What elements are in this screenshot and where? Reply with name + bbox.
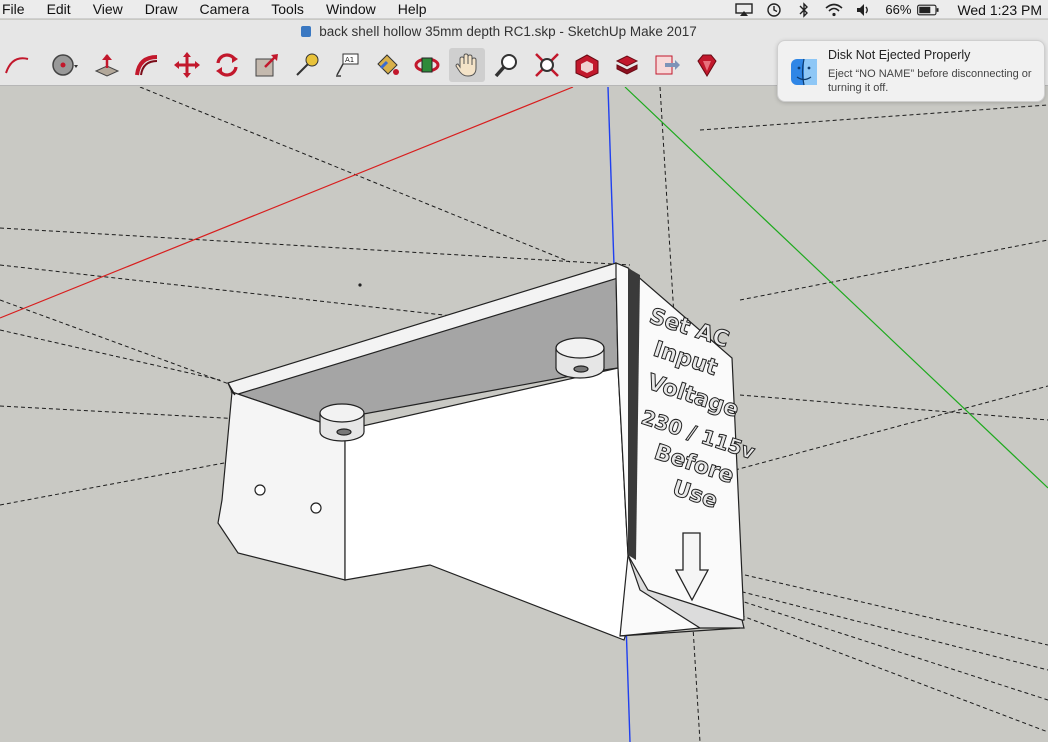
follow-me-tool-button[interactable] [129,48,165,82]
push-pull-tool-button[interactable] [89,48,125,82]
zoom-extents-tool-button[interactable] [529,48,565,82]
airplay-icon[interactable] [733,2,755,18]
menu-help[interactable]: Help [387,0,438,19]
pan-tool-button[interactable] [449,48,485,82]
warehouse-icon [575,54,599,79]
finder-icon [790,58,818,86]
origin-point [358,283,362,287]
battery-percentage[interactable]: 66% [885,2,911,17]
time-machine-icon[interactable] [763,2,785,18]
menu-camera[interactable]: Camera [188,0,260,19]
notification-banner[interactable]: Disk Not Ejected Properly Eject “NO NAME… [777,40,1045,102]
standoff-left [319,403,365,442]
zoom-tool-button[interactable] [489,48,525,82]
3d-warehouse-tool-button[interactable] [569,48,605,82]
arc-icon [5,57,29,74]
window-title: back shell hollow 35mm depth RC1.skp - S… [319,24,697,39]
red-axis-line [0,87,574,319]
menu-tools[interactable]: Tools [260,0,315,19]
battery-icon[interactable] [917,2,939,18]
zoom-extents-icon [535,53,559,77]
paint-bucket-icon [377,54,399,75]
document-icon [301,26,312,37]
drawing-viewport[interactable]: Set AC Input Voltage 230 / 115v Before U… [0,87,1048,742]
svg-text:A1: A1 [345,56,354,64]
bluetooth-icon[interactable] [793,1,815,18]
move-icon [174,52,200,78]
magnifier-icon [494,54,517,78]
text-label-icon: A1 [336,53,359,77]
scale-tool-button[interactable] [249,48,285,82]
wifi-icon[interactable] [823,2,845,18]
arc-tool-button[interactable] [0,48,36,82]
status-area: 66% Wed 1:23 PM [729,0,1048,19]
menu-file[interactable]: File [0,0,36,19]
menu-edit[interactable]: Edit [36,0,82,19]
notification-body: Eject “NO NAME” before disconnecting or … [828,68,1032,94]
screw-hole-2 [310,502,322,514]
extension-manager-tool-button[interactable] [689,48,725,82]
extension-warehouse-icon [615,55,639,75]
rotate-icon [216,53,238,77]
rotate-tool-button[interactable] [209,48,245,82]
pan-hand-icon [455,53,477,77]
pie-icon [52,54,78,76]
volume-icon[interactable] [853,2,875,18]
move-tool-button[interactable] [169,48,205,82]
screw-hole-1 [254,484,266,496]
push-pull-icon [94,54,120,77]
standoff-right [555,337,605,379]
menu-window[interactable]: Window [315,0,387,19]
extension-warehouse-tool-button[interactable] [609,48,645,82]
text-tool-button[interactable]: A1 [329,48,365,82]
tape-measure-tool-button[interactable] [289,48,325,82]
menu-view[interactable]: View [82,0,134,19]
pie-tool-button[interactable] [46,48,82,82]
paint-bucket-tool-button[interactable] [369,48,405,82]
send-to-layout-tool-button[interactable] [649,48,685,82]
orbit-icon [414,57,440,73]
orbit-tool-button[interactable] [409,48,445,82]
menu-draw[interactable]: Draw [134,0,189,19]
tape-measure-icon [296,53,319,76]
clock[interactable]: Wed 1:23 PM [957,2,1042,18]
menu-bar: File Edit View Draw Camera Tools Window … [0,0,1048,19]
model-scene: Set AC Input Voltage 230 / 115v Before U… [0,87,1048,742]
ruby-gem-icon [697,54,717,77]
scale-icon [255,54,278,77]
send-to-layout-icon [655,55,680,75]
notification-title: Disk Not Ejected Properly [828,48,971,62]
follow-me-icon [135,55,158,76]
